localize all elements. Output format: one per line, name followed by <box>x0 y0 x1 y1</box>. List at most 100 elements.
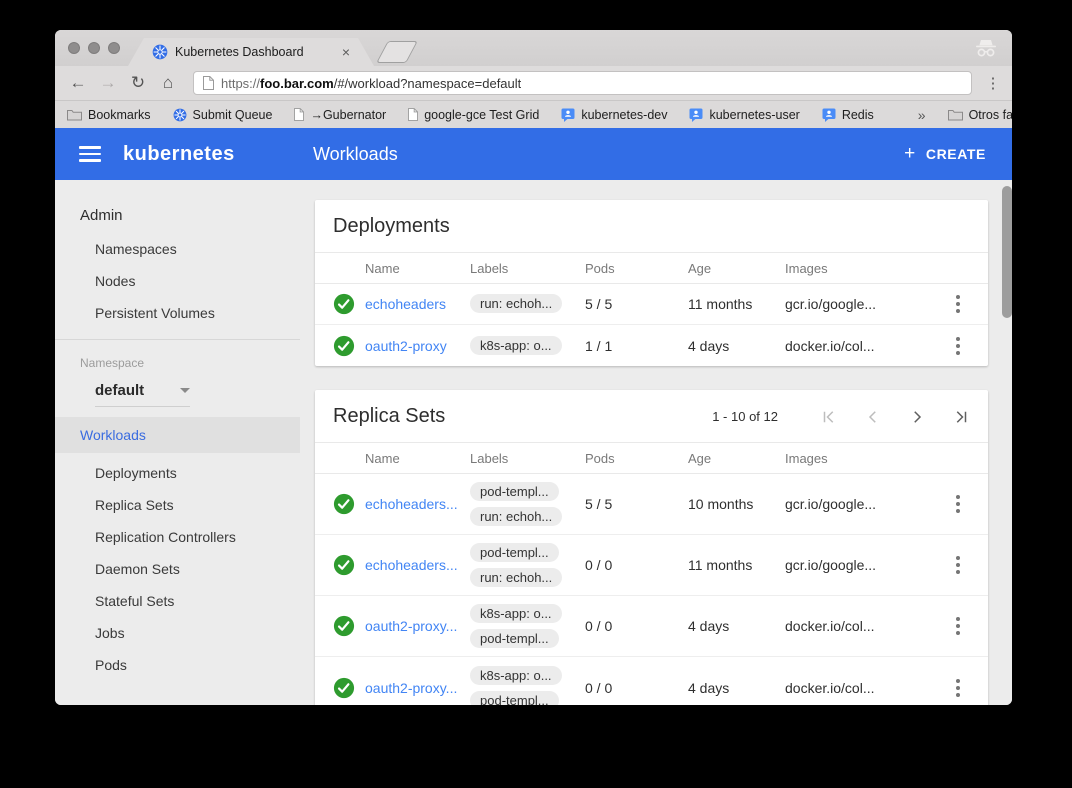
zoom-window-button[interactable] <box>108 42 120 54</box>
deployments-card: Deployments Name Labels Pods Age Images … <box>315 200 988 366</box>
sidebar-item-deployments[interactable]: Deployments <box>55 457 300 489</box>
status-ok-icon <box>333 615 355 637</box>
last-page-icon[interactable] <box>952 408 970 426</box>
replica-sets-card: Replica Sets 1 - 10 of 12 Name Labels Po… <box>315 390 988 705</box>
brand-logo: kubernetes <box>123 143 235 166</box>
pods-cell: 0 / 0 <box>585 557 688 573</box>
browser-tab[interactable]: Kubernetes Dashboard × <box>128 38 374 66</box>
label-chip: pod-templ... <box>470 691 559 706</box>
bookmark-bookmarks-folder[interactable]: Bookmarks <box>67 108 151 122</box>
resource-link[interactable]: oauth2-proxy <box>365 338 470 354</box>
bookmarks-bar: Bookmarks Submit Queue →Gubernator googl… <box>55 100 1012 128</box>
label-chip: k8s-app: o... <box>470 604 562 623</box>
group-chat-icon <box>561 108 575 122</box>
deployments-table-header: Name Labels Pods Age Images <box>315 252 988 284</box>
images-cell: gcr.io/google... <box>785 296 948 312</box>
tab-close-icon[interactable]: × <box>342 44 350 60</box>
pods-cell: 0 / 0 <box>585 680 688 696</box>
age-cell: 11 months <box>688 296 785 312</box>
bookmark-label: google-gce Test Grid <box>424 108 539 122</box>
sidebar-item-persistent-volumes[interactable]: Persistent Volumes <box>55 297 300 329</box>
sidebar-item-daemon-sets[interactable]: Daemon Sets <box>55 553 300 585</box>
namespace-select[interactable]: default <box>95 382 190 407</box>
namespace-label: Namespace <box>55 352 300 372</box>
bookmark-label: Submit Queue <box>193 108 273 122</box>
table-row: echoheaders... pod-templ... run: echoh..… <box>315 535 988 596</box>
column-labels: Labels <box>470 261 585 276</box>
bookmark-label: Redis <box>842 108 874 122</box>
row-menu-icon[interactable] <box>948 679 968 697</box>
sidebar-item-stateful-sets[interactable]: Stateful Sets <box>55 585 300 617</box>
resource-link[interactable]: echoheaders <box>365 296 470 312</box>
column-age: Age <box>688 451 785 466</box>
bookmark-google-gce-test-grid[interactable]: google-gce Test Grid <box>408 108 539 122</box>
forward-icon[interactable]: → <box>95 73 121 93</box>
page-icon <box>408 108 418 121</box>
create-button-label: CREATE <box>926 146 986 162</box>
resource-link[interactable]: oauth2-proxy... <box>365 680 470 696</box>
pods-cell: 5 / 5 <box>585 296 688 312</box>
label-chip: run: echoh... <box>470 294 562 313</box>
column-name: Name <box>365 261 470 276</box>
address-bar[interactable]: https://foo.bar.com/#/workload?namespace… <box>193 71 972 95</box>
previous-page-icon[interactable] <box>864 408 882 426</box>
url-text: https://foo.bar.com/#/workload?namespace… <box>221 76 521 91</box>
row-menu-icon[interactable] <box>948 556 968 574</box>
browser-menu-icon[interactable]: ⋮ <box>984 74 1002 92</box>
row-menu-icon[interactable] <box>948 295 968 313</box>
sidebar-item-replication-controllers[interactable]: Replication Controllers <box>55 521 300 553</box>
reload-icon[interactable]: ↻ <box>125 73 151 93</box>
bookmark-kubernetes-user[interactable]: kubernetes-user <box>689 108 799 122</box>
row-menu-icon[interactable] <box>948 337 968 355</box>
resource-link[interactable]: oauth2-proxy... <box>365 618 470 634</box>
row-menu-icon[interactable] <box>948 617 968 635</box>
bookmark-label: Bookmarks <box>88 108 151 122</box>
back-icon[interactable]: ← <box>65 73 91 93</box>
sidebar-item-namespaces[interactable]: Namespaces <box>55 233 300 265</box>
first-page-icon[interactable] <box>820 408 838 426</box>
bookmark-gubernator[interactable]: →Gubernator <box>294 108 386 122</box>
close-window-button[interactable] <box>68 42 80 54</box>
minimize-window-button[interactable] <box>88 42 100 54</box>
page-icon <box>294 108 304 121</box>
sidebar-item-nodes[interactable]: Nodes <box>55 265 300 297</box>
chevron-down-icon <box>180 388 190 393</box>
sidebar-item-workloads[interactable]: Workloads <box>55 417 300 453</box>
bookmark-label: →Gubernator <box>310 108 386 122</box>
bookmark-redis[interactable]: Redis <box>822 108 874 122</box>
kubernetes-favicon-icon <box>152 44 168 60</box>
hamburger-menu-icon[interactable] <box>79 146 101 162</box>
next-page-icon[interactable] <box>908 408 926 426</box>
sidebar-item-pods[interactable]: Pods <box>55 649 300 681</box>
bookmark-label: kubernetes-user <box>709 108 799 122</box>
scrollbar-thumb[interactable] <box>1002 186 1012 318</box>
column-name: Name <box>365 451 470 466</box>
sidebar-item-replica-sets[interactable]: Replica Sets <box>55 489 300 521</box>
status-ok-icon <box>333 677 355 699</box>
images-cell: gcr.io/google... <box>785 557 948 573</box>
bookmarks-overflow-icon[interactable]: » <box>918 107 926 123</box>
status-ok-icon <box>333 554 355 576</box>
new-tab-button[interactable] <box>376 41 418 63</box>
sidebar-item-jobs[interactable]: Jobs <box>55 617 300 649</box>
bookmark-otros-favoritos-folder[interactable]: Otros favoritos <box>948 108 1012 122</box>
resource-link[interactable]: echoheaders... <box>365 496 470 512</box>
create-button[interactable]: + CREATE <box>904 143 986 165</box>
bookmark-kubernetes-dev[interactable]: kubernetes-dev <box>561 108 667 122</box>
bookmark-submit-queue[interactable]: Submit Queue <box>173 108 273 122</box>
home-icon[interactable]: ⌂ <box>155 73 181 93</box>
pagination-range: 1 - 10 of 12 <box>712 409 778 424</box>
replica-sets-card-title: Replica Sets <box>333 405 712 428</box>
table-row: echoheaders run: echoh... 5 / 5 11 month… <box>315 284 988 325</box>
images-cell: docker.io/col... <box>785 338 948 354</box>
label-chip: k8s-app: o... <box>470 666 562 685</box>
row-menu-icon[interactable] <box>948 495 968 513</box>
sidebar-item-admin[interactable]: Admin <box>55 198 300 233</box>
status-ok-icon <box>333 493 355 515</box>
bookmark-label: kubernetes-dev <box>581 108 667 122</box>
pods-cell: 1 / 1 <box>585 338 688 354</box>
folder-icon <box>948 109 963 121</box>
table-row: echoheaders... pod-templ... run: echoh..… <box>315 474 988 535</box>
pods-cell: 0 / 0 <box>585 618 688 634</box>
resource-link[interactable]: echoheaders... <box>365 557 470 573</box>
